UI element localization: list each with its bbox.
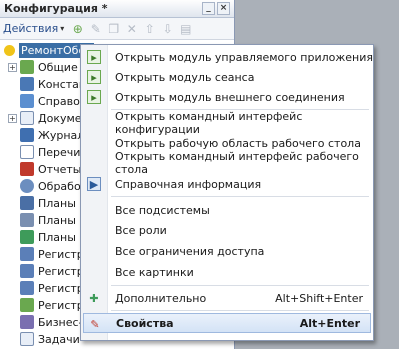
- help-info-icon: ▶: [87, 177, 101, 191]
- documents-icon: [20, 111, 34, 125]
- expand-icon[interactable]: +: [8, 62, 17, 72]
- delete-icon[interactable]: ✕: [124, 21, 139, 36]
- tree-item-business-processes[interactable]: Бизнес-г: [20, 313, 88, 331]
- register-icon: [20, 264, 34, 278]
- menu-item-all-roles[interactable]: Все роли: [81, 220, 373, 240]
- menu-item-label: Справочная информация: [115, 177, 262, 191]
- panel-titlebar: Конфигурация * _ ×: [0, 0, 234, 18]
- tree-item-label: Отчеты: [38, 162, 82, 176]
- tree-item-reports[interactable]: Отчеты: [20, 160, 81, 178]
- journals-icon: [20, 128, 34, 142]
- menu-item-label: Все ограничения доступа: [115, 244, 265, 258]
- tree-item-chart-of-calculation-types[interactable]: Планы в: [20, 228, 86, 246]
- register-icon: [20, 298, 34, 312]
- add-icon[interactable]: ⊕: [70, 21, 85, 36]
- tree-item-tasks[interactable]: Задачи: [20, 330, 80, 348]
- menu-item-label: Открыть модуль сеанса: [115, 70, 255, 84]
- reports-icon: [20, 162, 34, 176]
- tree-item-label: Планы в: [38, 230, 86, 244]
- tree-item-data-processors[interactable]: Обработ: [20, 177, 87, 195]
- menu-item-advanced[interactable]: ✚ Дополнительно Alt+Shift+Enter: [81, 288, 373, 308]
- menu-item-label: Открыть модуль управляемого приложения: [115, 50, 373, 64]
- menu-item-open-session-module[interactable]: ▸ Открыть модуль сеанса: [81, 67, 373, 87]
- menu-item-label: Свойства: [116, 316, 174, 330]
- expand-icon[interactable]: +: [8, 113, 17, 123]
- menu-item-label: Открыть модуль внешнего соединения: [115, 90, 345, 104]
- module-icon: ▸: [87, 90, 101, 104]
- tree-item-label: Планы с: [38, 213, 86, 227]
- actions-label: Действия: [3, 22, 59, 35]
- menu-separator: [111, 310, 369, 311]
- menu-item-properties[interactable]: ✎ Свойства Alt+Enter: [83, 313, 371, 333]
- enums-icon: [20, 145, 34, 159]
- menu-separator: [111, 196, 369, 197]
- edit-icon[interactable]: ✎: [88, 21, 103, 36]
- tree-item-enums[interactable]: Перечис: [20, 143, 87, 161]
- menu-item-label: Открыть рабочую область рабочего стола: [115, 136, 361, 150]
- register-icon: [20, 281, 34, 295]
- menu-item-open-desktop-command-interface[interactable]: Открыть командный интерфейс рабочего сто…: [81, 150, 373, 176]
- menu-item-open-config-command-interface[interactable]: Открыть командный интерфейс конфигурации: [81, 110, 373, 136]
- menu-item-label: Все роли: [115, 223, 167, 237]
- menu-item-open-managed-app-module[interactable]: ▸ Открыть модуль управляемого приложения: [81, 47, 373, 67]
- accounts-icon: [20, 213, 34, 227]
- properties-icon: ✎: [90, 317, 100, 331]
- menu-item-help-info[interactable]: ▶ Справочная информация: [81, 174, 373, 194]
- processors-icon: [20, 179, 34, 193]
- menu-item-open-external-connection-module[interactable]: ▸ Открыть модуль внешнего соединения: [81, 87, 373, 107]
- menu-separator: [111, 285, 369, 286]
- menu-item-label: Все картинки: [115, 265, 194, 279]
- copy-icon[interactable]: ❐: [106, 21, 121, 36]
- panel-title: Конфигурация *: [4, 2, 108, 15]
- menu-item-label: Все подсистемы: [115, 203, 210, 217]
- tasks-icon: [20, 332, 34, 346]
- tree-item-chart-of-characteristic-types[interactable]: Планы в: [20, 194, 86, 212]
- actions-menu-button[interactable]: Действия ▾: [3, 22, 64, 35]
- menu-item-all-pictures[interactable]: Все картинки: [81, 262, 373, 282]
- tree-item-label: Планы в: [38, 196, 86, 210]
- tree-item-documents[interactable]: + Докумен: [8, 109, 89, 127]
- sort-icon[interactable]: ▤: [178, 21, 193, 36]
- calculation-icon: [20, 230, 34, 244]
- tree-item-label: Общие: [38, 60, 78, 74]
- move-down-icon[interactable]: ⇩: [160, 21, 175, 36]
- constants-icon: [20, 77, 34, 91]
- tree-item-label: Задачи: [38, 332, 80, 346]
- tree-item-common[interactable]: + Общие: [8, 58, 78, 76]
- business-process-icon: [20, 315, 34, 329]
- common-icon: [20, 60, 34, 74]
- menu-item-shortcut: Alt+Shift+Enter: [275, 291, 363, 305]
- chart-icon: [20, 196, 34, 210]
- register-icon: [20, 247, 34, 261]
- menu-item-label: Открыть командный интерфейс рабочего сто…: [115, 150, 359, 176]
- configuration-icon: [4, 44, 15, 56]
- menu-item-all-subsystems[interactable]: Все подсистемы: [81, 200, 373, 220]
- menu-item-label: Дополнительно: [115, 291, 207, 305]
- tree-item-chart-of-accounts[interactable]: Планы с: [20, 211, 85, 229]
- menu-item-all-access-restrictions[interactable]: Все ограничения доступа: [81, 241, 373, 261]
- minimize-button[interactable]: _: [202, 2, 215, 15]
- add-advanced-icon: ✚: [89, 291, 99, 305]
- panel-toolbar: Действия ▾ ⊕ ✎ ❐ ✕ ⇧ ⇩ ▤: [0, 18, 234, 40]
- module-icon: ▸: [87, 50, 101, 64]
- catalogs-icon: [20, 94, 34, 108]
- module-icon: ▸: [87, 70, 101, 84]
- context-menu: ▸ Открыть модуль управляемого приложения…: [80, 44, 374, 341]
- close-button[interactable]: ×: [217, 2, 230, 15]
- move-up-icon[interactable]: ⇧: [142, 21, 157, 36]
- chevron-down-icon: ▾: [60, 24, 65, 33]
- menu-item-shortcut: Alt+Enter: [299, 316, 360, 330]
